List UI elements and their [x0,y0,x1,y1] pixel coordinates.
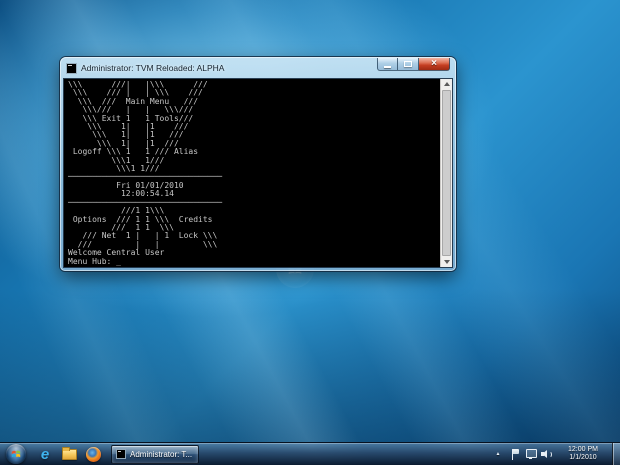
network-button[interactable] [524,446,538,462]
console-window: Administrator: TVM Reloaded: ALPHA × \\\… [60,57,456,271]
system-tray: ▲ 12:00 PM 1/1/2010 [492,442,620,465]
internet-explorer-icon: e [40,445,50,463]
taskbar-item-internet-explorer[interactable]: e [33,444,57,465]
taskbar-button-console[interactable]: Administrator: T... [111,444,200,464]
minimize-icon [384,66,391,68]
console-area: \\\ ///| |\\\ /// \\\ /// | | \\\ /// \\… [64,79,452,267]
scrollbar-thumb[interactable] [442,90,451,256]
chevron-up-icon: ▲ [495,451,501,457]
maximize-icon [404,61,412,67]
cmd-icon-small [116,449,126,459]
action-center-button[interactable] [508,446,522,462]
cmd-icon [66,62,77,74]
show-hidden-icons-button[interactable]: ▲ [492,447,504,461]
folder-icon [61,446,77,460]
close-icon: × [431,58,437,69]
console-prompt: Menu Hub: [68,256,117,266]
console-screen[interactable]: \\\ ///| |\\\ /// \\\ /// | | \\\ /// \\… [64,79,440,267]
scroll-up-arrow[interactable] [441,79,452,89]
maximize-button[interactable] [398,58,419,71]
start-button[interactable] [6,444,26,464]
volume-button[interactable] [540,446,554,462]
firefox-icon [85,446,101,462]
taskbar-item-windows-explorer[interactable] [57,444,81,465]
console-scrollbar[interactable] [440,79,452,267]
clock-time: 12:00 PM [568,445,598,453]
console-prompt-line[interactable]: Menu Hub: _ [64,256,440,266]
scroll-down-arrow[interactable] [441,257,452,267]
window-titlebar[interactable]: Administrator: TVM Reloaded: ALPHA × [60,57,456,77]
minimize-button[interactable] [377,58,398,71]
window-title: Administrator: TVM Reloaded: ALPHA [81,63,225,73]
console-output: \\\ ///| |\\\ /// \\\ /// | | \\\ /// \\… [68,80,223,258]
task-button-label: Administrator: T... [130,449,193,459]
console-cursor: _ [116,256,121,266]
flag-icon [511,448,520,460]
network-icon [525,449,537,459]
taskbar-clock[interactable]: 12:00 PM 1/1/2010 [559,446,607,463]
windows-flag-icon [11,450,21,458]
volume-wave-icon [546,450,552,458]
show-desktop-button[interactable] [612,442,620,465]
caption-buttons: × [377,58,450,71]
volume-icon [541,449,553,459]
clock-date: 1/1/2010 [569,454,597,461]
taskbar-item-firefox[interactable] [81,444,105,465]
desktop[interactable]: Administrator: TVM Reloaded: ALPHA × \\\… [0,0,620,465]
close-button[interactable]: × [419,58,450,71]
taskbar: e Administrator: T... ▲ 12:00 PM 1/1/201… [0,442,620,465]
